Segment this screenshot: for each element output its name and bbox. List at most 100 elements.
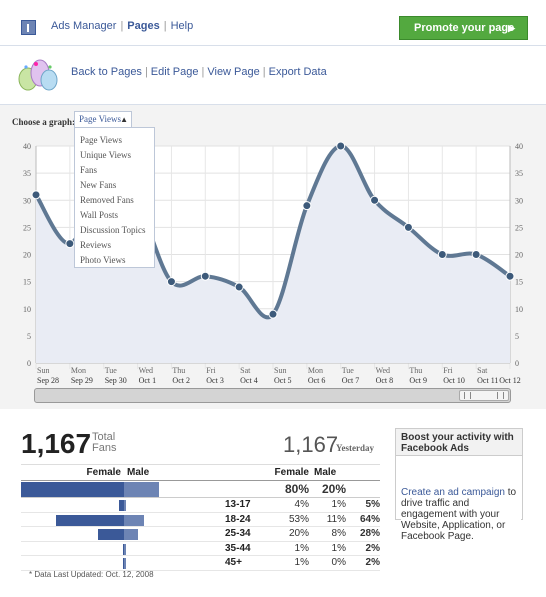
y-tick-label-left: 0	[27, 359, 31, 368]
graph-select-value: Page Views	[79, 114, 122, 124]
female-bar-cell	[21, 526, 124, 542]
boost-body: Create an ad campaign to drive traffic a…	[401, 487, 521, 542]
male-bar-cell	[124, 497, 204, 513]
graph-option[interactable]: Page Views	[75, 133, 154, 148]
female-percent: 1%	[274, 555, 311, 571]
total-percent: 2%	[348, 555, 380, 571]
male-bar	[124, 482, 160, 497]
graph-option[interactable]: Fans	[75, 163, 154, 178]
graph-option[interactable]: Wall Posts	[75, 208, 154, 223]
view-page-link[interactable]: View Page	[207, 66, 259, 78]
female-total-percent: 80%	[274, 480, 311, 498]
graph-section: 0 0 5 5 10 10 15 15 20 20 25 25 30 30 35 35 40 40 Sun Sep 2…	[0, 104, 546, 409]
total-percent: 5%	[348, 497, 380, 513]
graph-select[interactable]: Page Views ▲	[74, 111, 132, 128]
x-tick-day-label: Wed	[376, 366, 390, 375]
graph-dropdown-menu: Page Views Unique Views Fans New Fans Remove…	[74, 127, 155, 268]
x-tick-day-label: Thu	[409, 366, 422, 375]
page-links: Back to Pages | Edit Page | View Page | Export…	[71, 66, 327, 78]
total-percent: 64%	[348, 512, 380, 527]
graph-option[interactable]: Discussion Topics	[75, 223, 154, 238]
x-tick-date-label: Oct 4	[240, 376, 258, 385]
link-separator: |	[201, 66, 205, 78]
promote-page-button[interactable]: Promote your page ▶	[399, 16, 528, 40]
back-to-pages-link[interactable]: Back to Pages	[71, 66, 142, 78]
graph-option[interactable]: Unique Views	[75, 148, 154, 163]
demographics-table: Female Male Female Male 80% 20% 13-17 4% 1…	[21, 464, 380, 571]
graph-option[interactable]: Reviews	[75, 238, 154, 253]
data-point	[437, 250, 447, 259]
x-tick-date-label: Oct 7	[342, 376, 360, 385]
x-tick-date-label: Oct 5	[274, 376, 292, 385]
female-percent: 4%	[274, 497, 311, 513]
boost-body-wrap: Create an ad campaign to drive traffic a…	[396, 456, 522, 542]
chart-range-scrollbar[interactable]	[34, 388, 511, 403]
y-tick-label-left: 10	[23, 305, 31, 314]
graph-option[interactable]: Photo Views	[75, 253, 154, 268]
x-tick-day-label: Wed	[139, 366, 153, 375]
choose-graph-label: Choose a graph:	[12, 117, 76, 127]
female-percent: 1%	[274, 541, 311, 556]
nav-separator: |	[163, 20, 167, 32]
y-tick-label-left: 5	[27, 332, 31, 341]
age-row: 35-44 1% 1% 2%	[21, 541, 380, 556]
data-point	[166, 277, 176, 287]
age-range: 45+	[204, 555, 274, 571]
edit-page-link[interactable]: Edit Page	[151, 66, 199, 78]
demographics-header-row: Female Male Female Male	[21, 464, 380, 481]
total-row: 80% 20%	[21, 480, 380, 498]
facebook-icon[interactable]	[21, 20, 36, 35]
graph-option[interactable]: New Fans	[75, 178, 154, 193]
x-tick-date-label: Oct 3	[206, 376, 224, 385]
header-female-bars: Female	[21, 464, 124, 481]
female-bar	[21, 482, 124, 497]
y-tick-label-left: 30	[23, 196, 31, 205]
total-percent: 28%	[348, 526, 380, 542]
total-cell	[348, 480, 380, 498]
age-range: 25-34	[204, 526, 274, 542]
data-point	[31, 190, 41, 200]
total-label-line2: Fans	[92, 442, 117, 454]
y-tick-label-left: 40	[23, 142, 31, 151]
scroll-thumb[interactable]	[459, 390, 509, 401]
header-total	[348, 464, 380, 481]
header-male: Male	[311, 464, 348, 481]
boost-ads-panel: Boost your activity with Facebook Ads Cr…	[395, 428, 523, 542]
x-tick-day-label: Sun	[37, 366, 49, 375]
data-point	[403, 222, 413, 232]
nav-help[interactable]: Help	[171, 20, 194, 32]
female-bar-cell	[21, 480, 124, 498]
y-tick-label-right: 30	[515, 196, 523, 205]
female-bar	[55, 514, 124, 526]
female-bar-cell	[21, 541, 124, 556]
female-bar-cell	[21, 555, 124, 571]
header-female: Female	[274, 464, 311, 481]
fan-stats: 1,167 Total Fans 1,167 Yesterday Female …	[0, 410, 546, 597]
x-tick-date-label: Sep 30	[105, 376, 127, 385]
female-percent: 20%	[274, 526, 311, 542]
age-row: 13-17 4% 1% 5%	[21, 497, 380, 513]
data-point	[234, 282, 244, 292]
data-point	[65, 239, 75, 249]
export-data-link[interactable]: Export Data	[269, 66, 327, 78]
x-tick-date-label: Oct 10	[443, 376, 465, 385]
yesterday-label: Yesterday	[336, 443, 374, 453]
y-tick-label-right: 10	[515, 305, 523, 314]
data-point	[336, 141, 346, 151]
create-ad-campaign-link[interactable]: Create an ad campaign	[401, 487, 505, 498]
age-cell	[204, 480, 274, 498]
female-percent: 53%	[274, 512, 311, 527]
promote-label: Promote your page	[414, 22, 515, 34]
x-tick-date-label: Sep 28	[37, 376, 59, 385]
x-tick-day-label: Mon	[308, 366, 323, 375]
x-tick-date-label: Sep 29	[71, 376, 93, 385]
x-tick-date-label: Oct 1	[139, 376, 157, 385]
y-tick-label-right: 35	[515, 169, 523, 178]
x-tick-date-label: Oct 2	[172, 376, 190, 385]
nav-ads-manager[interactable]: Ads Manager	[51, 20, 116, 32]
graph-option[interactable]: Removed Fans	[75, 193, 154, 208]
nav-pages[interactable]: Pages	[127, 20, 159, 32]
y-tick-label-right: 25	[515, 223, 523, 232]
male-bar-cell	[124, 512, 204, 527]
y-tick-label-right: 40	[515, 142, 523, 151]
